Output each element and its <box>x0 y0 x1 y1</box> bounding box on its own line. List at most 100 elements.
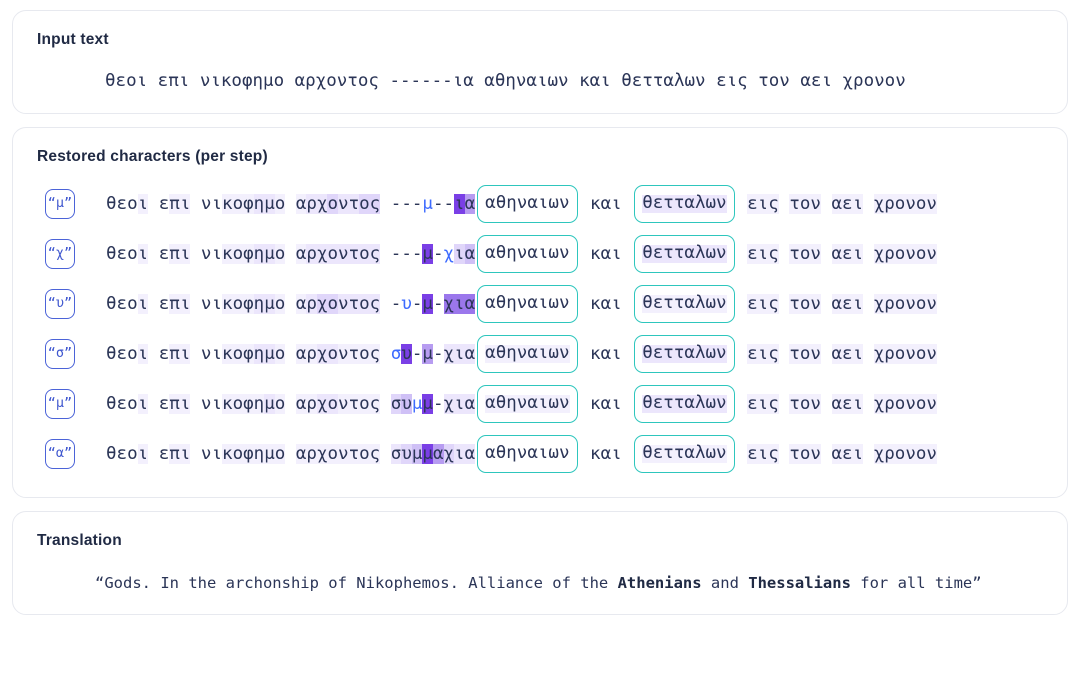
step-char: ι <box>757 394 769 414</box>
step-char: ο <box>915 444 927 464</box>
boxed-word-char: θ <box>642 393 653 414</box>
step-char: κ <box>222 194 233 214</box>
restored-gap-char: μ <box>411 444 423 464</box>
step-char: ν <box>926 194 937 214</box>
boxed-word-char: ι <box>537 443 549 464</box>
step-char: ο <box>327 344 339 364</box>
step-char: ο <box>232 344 244 364</box>
step-char <box>821 444 832 464</box>
step-char <box>737 444 748 464</box>
step-char: η <box>253 344 265 364</box>
step-char: ι <box>179 394 191 414</box>
step-char: ι <box>852 444 864 464</box>
step-char: ν <box>200 244 212 264</box>
boxed-word-char: θ <box>495 393 507 414</box>
boxed-word-char: ω <box>705 343 717 364</box>
highlighted-word-thessalians[interactable]: θετταλων <box>634 435 735 473</box>
step-char: ι <box>852 394 864 414</box>
step-char <box>821 244 832 264</box>
step-char: χ <box>316 444 328 464</box>
step-char: μ <box>264 194 275 214</box>
step-char: ε <box>747 194 758 214</box>
restored-character-chip[interactable]: “υ” <box>45 289 75 319</box>
step-char: ι <box>179 294 191 314</box>
step-char: ε <box>116 294 128 314</box>
step-char: ς <box>768 244 779 264</box>
boxed-word-char: ν <box>516 343 528 364</box>
step-char: ε <box>747 344 758 364</box>
highlighted-word-athenians[interactable]: αθηναιων <box>477 335 578 373</box>
step-char: χ <box>873 444 885 464</box>
step-char <box>821 194 832 214</box>
boxed-word-char: ω <box>705 293 717 314</box>
step-char: ς <box>369 244 381 264</box>
restored-character-chip[interactable]: “χ” <box>45 239 75 269</box>
step-char: ο <box>327 244 339 264</box>
step-char: ο <box>359 294 370 314</box>
highlighted-word-athenians[interactable]: αθηναιων <box>477 235 578 273</box>
restored-gap-char: - <box>432 194 444 214</box>
boxed-word-char: ω <box>548 193 559 214</box>
step-char: ε <box>747 244 758 264</box>
restored-gap-char: χ <box>443 244 455 264</box>
highlighted-word-athenians[interactable]: αθηναιων <box>477 185 578 223</box>
step-suffix-text: εις τον αει χρονον <box>737 294 937 314</box>
step-char: ς <box>369 344 381 364</box>
boxed-word-char: ε <box>652 443 664 464</box>
step-char: τ <box>789 244 800 264</box>
boxed-word-char: η <box>506 393 517 414</box>
boxed-word-char: ν <box>558 193 570 214</box>
restored-character-chip[interactable]: “σ” <box>45 339 75 369</box>
step-char: ν <box>926 294 937 314</box>
step-char <box>148 194 159 214</box>
step-char <box>779 394 790 414</box>
highlighted-word-athenians[interactable]: αθηναιων <box>477 385 578 423</box>
boxed-word-char: ε <box>652 243 664 264</box>
boxed-word-char: α <box>684 443 695 464</box>
step-char: μ <box>264 444 275 464</box>
step-char: θ <box>106 244 117 264</box>
highlighted-word-thessalians[interactable]: θετταλων <box>634 285 735 323</box>
restored-gap-char: χ <box>443 294 455 314</box>
step-suffix-text: εις τον αει χρονον <box>737 394 937 414</box>
restored-character-chip[interactable]: “μ” <box>45 389 75 419</box>
restored-gap-char: υ <box>401 444 412 464</box>
step-char: ι <box>137 444 149 464</box>
boxed-word-char: η <box>506 243 517 264</box>
boxed-word-char: ω <box>705 193 717 214</box>
restoration-step-text: θεοι επι νικοφημο αρχοντος συμμ-χια αθηνα… <box>106 385 937 423</box>
step-suffix-text: εις τον αει χρονον <box>737 194 937 214</box>
step-char: α <box>831 344 843 364</box>
step-char <box>863 194 874 214</box>
boxed-word-char: ν <box>516 393 528 414</box>
highlighted-word-thessalians[interactable]: θετταλων <box>634 385 735 423</box>
highlighted-word-athenians[interactable]: αθηναιων <box>477 435 578 473</box>
highlighted-word-thessalians[interactable]: θετταλων <box>634 185 735 223</box>
step-char: θ <box>106 444 117 464</box>
step-char: ι <box>137 244 149 264</box>
step-suffix-text: εις τον αει χρονον <box>737 244 937 264</box>
translation-card: Translation “Gods. In the archonship of … <box>12 511 1068 615</box>
step-char: α <box>831 244 843 264</box>
boxed-word-char: τ <box>673 243 685 264</box>
step-char: ς <box>369 444 381 464</box>
highlighted-word-thessalians[interactable]: θετταλων <box>634 235 735 273</box>
step-char: ε <box>158 394 170 414</box>
restoration-step-text: θεοι επι νικοφημο αρχοντος συ-μ-χια αθηνα… <box>106 335 937 373</box>
step-char: ρ <box>884 194 895 214</box>
highlighted-word-athenians[interactable]: αθηναιων <box>477 285 578 323</box>
boxed-word-char: τ <box>663 443 674 464</box>
step-char <box>285 194 296 214</box>
restoration-step-row: “χ” θεοι επι νικοφημο αρχοντος ---μ-χια αθ… <box>37 229 1043 279</box>
restored-character-chip[interactable]: “μ” <box>45 189 75 219</box>
step-char: ν <box>905 444 916 464</box>
step-char <box>737 244 748 264</box>
step-char: ν <box>200 194 212 214</box>
step-char <box>285 394 296 414</box>
step-char: π <box>169 394 180 414</box>
boxed-word-char: τ <box>673 393 685 414</box>
boxed-word-char: ι <box>537 393 549 414</box>
highlighted-word-thessalians[interactable]: θετταλων <box>634 335 735 373</box>
restored-character-chip[interactable]: “α” <box>45 439 75 469</box>
step-char <box>737 344 748 364</box>
